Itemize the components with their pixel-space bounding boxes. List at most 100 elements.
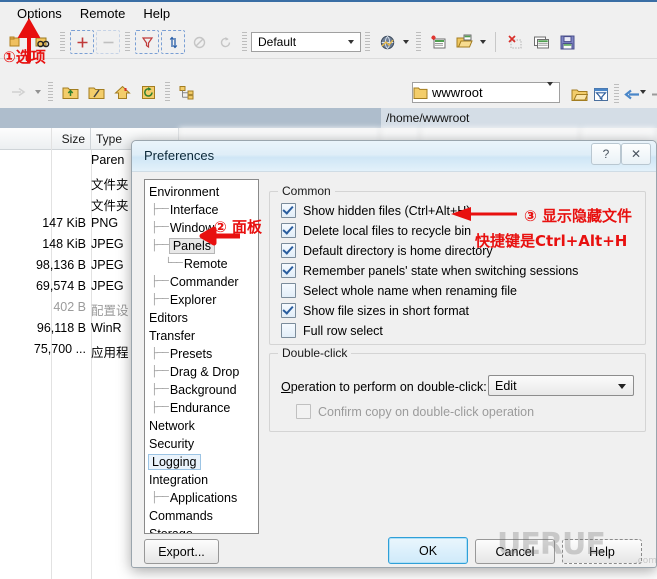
duplicate-session-icon[interactable] [529, 30, 553, 54]
common-checkbox-4[interactable]: Select whole name when renaming file [281, 283, 517, 298]
doubleclick-group-title: Double-click [278, 346, 352, 360]
tree-item-commander[interactable]: ├── Commander [145, 273, 258, 291]
tree-item-logging[interactable]: Logging [145, 453, 258, 471]
common-checkbox-label: Select whole name when renaming file [303, 283, 518, 298]
doubleclick-operation-label-rest: peration to perform on double-click: [290, 380, 487, 394]
tree-item-transfer[interactable]: Transfer [145, 327, 258, 345]
cancel-button[interactable]: Cancel [475, 539, 555, 564]
tree-item-applications[interactable]: ├── Applications [145, 489, 258, 507]
annotation-text-1: 选项 [15, 48, 46, 66]
remove-icon [96, 30, 120, 54]
doubleclick-operation-label: Operation to perform on double-click: [281, 380, 487, 394]
tree-item-remote[interactable]: └── Remote [145, 255, 258, 273]
ok-button[interactable]: OK [388, 537, 468, 564]
dialog-title-bar[interactable]: Preferences ? ✕ [132, 141, 656, 172]
checkbox-box[interactable] [281, 223, 296, 238]
toolbar-separator [242, 32, 247, 52]
tree-item-storage[interactable]: Storage [145, 525, 258, 533]
common-checkbox-label: Default directory is home directory [303, 243, 493, 258]
filter-icon[interactable] [135, 30, 159, 54]
help-button[interactable]: Help [562, 539, 642, 564]
tree-item-integration[interactable]: Integration [145, 471, 258, 489]
tree-branch-icon: └── [165, 258, 183, 270]
session-color-combo[interactable]: Default [251, 32, 361, 52]
tree-item-label: Applications [169, 491, 238, 505]
tree-item-label: Remote [183, 257, 228, 271]
chevron-down-icon[interactable] [35, 90, 41, 94]
tree-item-drag-drop[interactable]: ├── Drag & Drop [145, 363, 258, 381]
checkbox-box[interactable] [281, 283, 296, 298]
tree-item-background[interactable]: ├── Background [145, 381, 258, 399]
add-icon[interactable] [70, 30, 94, 54]
remote-path-display: /home/wwwroot [386, 111, 470, 125]
remote-path-combo[interactable]: wwwroot [412, 81, 560, 103]
tree-item-editors[interactable]: Editors [145, 309, 258, 327]
checkbox-box[interactable] [281, 303, 296, 318]
checkbox-box[interactable] [281, 263, 296, 278]
tree-item-presets[interactable]: ├── Presets [145, 345, 258, 363]
tree-item-environment[interactable]: Environment [145, 183, 258, 201]
forward-arrow-icon[interactable] [646, 82, 657, 106]
chevron-down-icon[interactable] [343, 34, 359, 50]
common-checkbox-0[interactable]: Show hidden files (Ctrl+Alt+H) [281, 203, 470, 218]
column-header-size[interactable]: Size [0, 128, 91, 150]
tree-branch-icon: ├── [151, 294, 169, 306]
open-folder-icon[interactable] [452, 30, 476, 54]
common-checkbox-3[interactable]: Remember panels' state when switching se… [281, 263, 578, 278]
root-directory-icon[interactable] [84, 80, 108, 104]
tree-item-commands[interactable]: Commands [145, 507, 258, 525]
close-icon[interactable]: ✕ [621, 143, 651, 165]
file-size-cell: 75,700 ... [33, 342, 86, 356]
tree-item-network[interactable]: Network [145, 417, 258, 435]
chevron-down-icon[interactable] [544, 81, 556, 100]
tree-item-label: Background [169, 383, 237, 397]
common-checkbox-2[interactable]: Default directory is home directory [281, 243, 493, 258]
new-session-icon[interactable] [426, 30, 450, 54]
file-type-cell: Paren [91, 153, 125, 167]
tree-item-endurance[interactable]: ├── Endurance [145, 399, 258, 417]
file-type-cell: 配置设 [91, 304, 129, 318]
menu-item-options[interactable]: Options [8, 4, 71, 23]
file-filter-icon[interactable] [589, 82, 613, 106]
annotation-text-3: 显示隐藏文件 [541, 207, 632, 225]
annotation-marker-1: ① [3, 48, 16, 66]
tree-branch-icon: ├── [151, 384, 169, 396]
common-checkbox-1[interactable]: Delete local files to recycle bin [281, 223, 471, 238]
checkbox-box[interactable] [281, 323, 296, 338]
tree-item-security[interactable]: Security [145, 435, 258, 453]
back-arrow-icon[interactable] [619, 82, 643, 106]
doubleclick-operation-select[interactable]: Edit [488, 375, 634, 396]
tree-item-explorer[interactable]: ├── Explorer [145, 291, 258, 309]
common-checkbox-label: Delete local files to recycle bin [303, 223, 472, 238]
tree-item-label: Panels [168, 238, 216, 254]
common-checkbox-6[interactable]: Full row select [281, 323, 383, 338]
directory-tree-icon[interactable] [175, 80, 199, 104]
open-session-icon[interactable] [375, 30, 399, 54]
chevron-down-icon[interactable] [403, 40, 409, 44]
sync-browsing-icon[interactable] [161, 30, 185, 54]
export-button[interactable]: Export... [144, 539, 219, 564]
toolbar-separator [60, 32, 65, 52]
menu-item-remote[interactable]: Remote [71, 4, 135, 23]
help-icon[interactable]: ? [591, 143, 621, 165]
menu-item-help[interactable]: Help [134, 4, 179, 23]
chevron-down-icon[interactable] [480, 40, 486, 44]
refresh-directory-icon[interactable] [136, 80, 160, 104]
checkbox-box[interactable] [281, 243, 296, 258]
parent-directory-icon[interactable] [58, 80, 82, 104]
common-checkbox-5[interactable]: Show file sizes in short format [281, 303, 469, 318]
common-checkbox-label: Remember panels' state when switching se… [303, 263, 579, 278]
tree-item-panels[interactable]: ├── Panels [145, 237, 258, 255]
home-directory-icon[interactable] [110, 80, 134, 104]
chevron-down-icon[interactable] [618, 384, 626, 389]
tree-item-label: Network [149, 419, 195, 433]
file-type-cell: 应用程 [91, 346, 129, 360]
checkbox-box[interactable] [281, 203, 296, 218]
file-size-cell: 148 KiB [42, 237, 86, 251]
disconnect-icon[interactable] [503, 30, 527, 54]
tree-branch-icon: ├── [151, 204, 169, 216]
tree-item-label: Environment [149, 185, 220, 199]
tree-item-label: Explorer [169, 293, 217, 307]
browse-folder-icon[interactable] [567, 82, 591, 106]
save-session-icon[interactable] [555, 30, 579, 54]
